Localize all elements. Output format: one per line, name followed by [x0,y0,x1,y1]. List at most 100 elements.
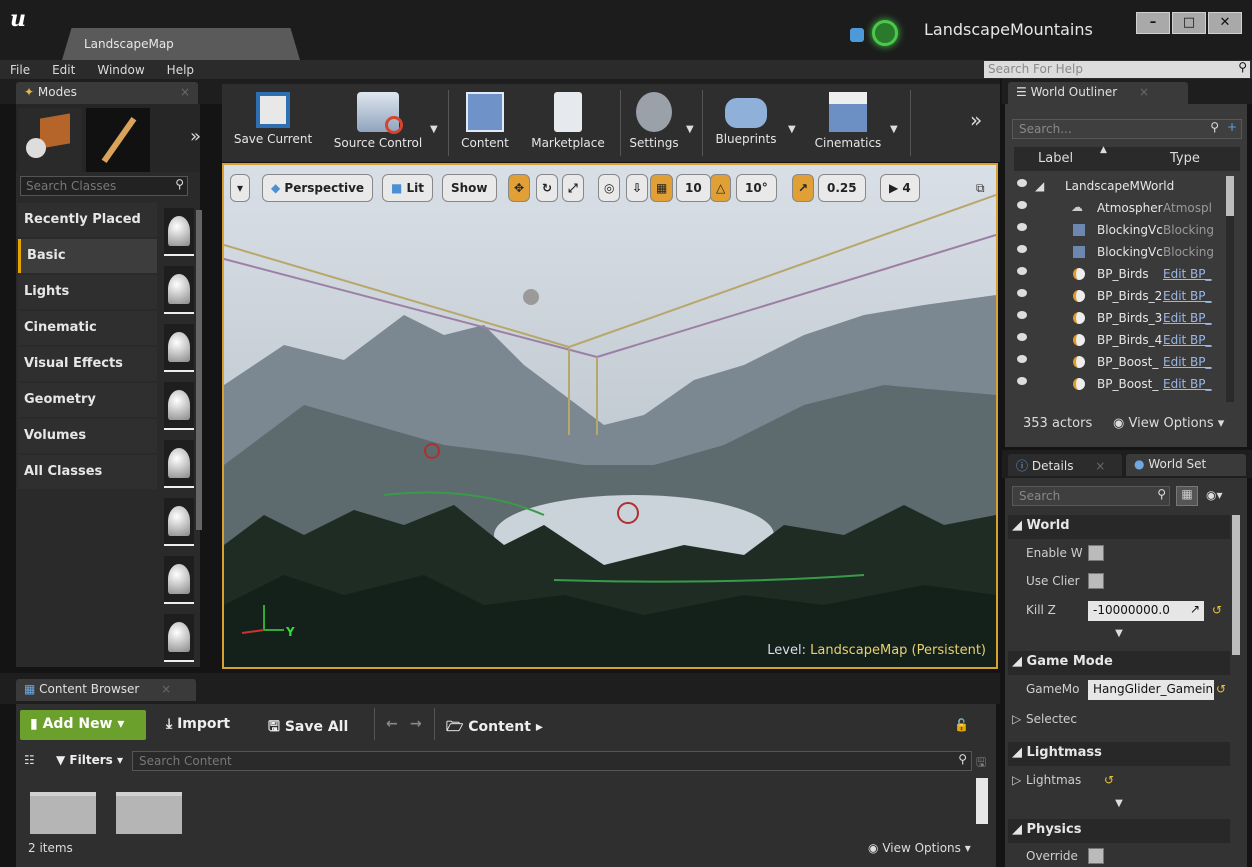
eye-icon[interactable] [1017,223,1027,231]
viewport-options-button[interactable]: ▾ [230,174,251,202]
help-search-input[interactable]: Search For Help ⚲ [984,60,1250,78]
menu-window[interactable]: Window [97,63,144,77]
search-icon[interactable]: ⚲ [1157,487,1166,501]
outliner-row[interactable]: ☁ Atmospher Atmospl [1013,198,1223,220]
asset-thumbnail[interactable] [164,440,194,488]
lock-icon[interactable]: 🔓 [954,718,969,732]
close-icon[interactable]: × [161,682,171,696]
lit-button[interactable]: ■ Lit [382,174,434,202]
save-all-button[interactable]: 🖫 Save All [268,716,348,740]
rotation-snap-icon[interactable]: △ [710,174,732,202]
outliner-scrollbar[interactable] [1226,176,1234,402]
paint-mode-icon[interactable] [86,108,150,172]
feedback-icon[interactable] [850,28,864,42]
property-selected[interactable]: ▷ Selectec [1008,707,1230,733]
edit-blueprint-link[interactable]: Edit BP_ [1163,289,1212,303]
camera-speed-button[interactable]: ▶ 4 [880,174,920,202]
search-classes-input[interactable]: Search Classes ⚲ [20,176,188,196]
rotate-mode-icon[interactable]: ↻ [536,174,559,202]
history-forward-icon[interactable]: → [410,716,422,732]
menu-file[interactable]: File [10,63,30,77]
more-modes-icon[interactable]: » [190,126,201,147]
edit-blueprint-link[interactable]: Edit BP_ [1163,355,1212,369]
category-basic[interactable]: Basic [18,239,157,273]
details-view-options-icon[interactable]: ◉▾ [1206,488,1223,502]
category-cinematic[interactable]: Cinematic [18,311,157,345]
gamemode-select[interactable]: HangGlider_Gamein [1088,680,1214,700]
settings-button[interactable]: Settings [626,84,682,162]
content-button[interactable]: Content [456,84,514,162]
grid-snap-icon[interactable]: ▦ [650,174,674,202]
add-new-button[interactable]: ▮ Add New ▾ [20,710,146,740]
drag-icon[interactable]: ↗ [1190,602,1200,616]
section-lightmass[interactable]: ◢ Lightmass [1008,742,1230,766]
chevron-down-icon[interactable]: ▼ [890,124,898,135]
expand-icon[interactable]: ▷ [1012,773,1021,787]
column-label[interactable]: Label [1038,151,1073,166]
outliner-row[interactable]: BP_Boost_ Edit BP_ [1013,374,1223,396]
add-folder-icon[interactable]: + [1227,120,1237,134]
close-icon[interactable]: × [1095,459,1105,473]
property-lightmass[interactable]: ▷ Lightmas ↺ [1008,768,1230,794]
details-scrollbar[interactable] [1232,515,1240,655]
notification-icon[interactable] [872,20,898,46]
menu-edit[interactable]: Edit [52,63,75,77]
search-content-input[interactable]: Search Content ⚲ [132,751,972,771]
reset-icon[interactable]: ↺ [1212,603,1222,617]
section-game-mode[interactable]: ◢ Game Mode [1008,651,1230,675]
close-icon[interactable]: × [180,85,190,99]
eye-icon[interactable] [1017,355,1027,363]
eye-icon[interactable] [1017,179,1027,187]
asset-thumbnail[interactable] [164,382,194,430]
save-current-button[interactable]: Save Current [228,84,318,162]
scale-mode-icon[interactable]: ⤢ [562,174,584,202]
category-lights[interactable]: Lights [18,275,157,309]
folder-item[interactable] [30,792,96,834]
expand-icon[interactable]: ◢ [1035,179,1044,193]
import-button[interactable]: ⤓ Import [166,716,230,732]
grid-snap-value[interactable]: 10 [676,174,711,202]
unreal-logo-icon[interactable]: u [10,6,40,36]
asset-thumbnail[interactable] [164,208,194,256]
content-view-options-button[interactable]: ◉ View Options ▾ [868,841,971,855]
world-local-icon[interactable]: ◎ [598,174,621,202]
sources-toggle-icon[interactable]: ☷ [24,753,35,767]
outliner-row[interactable]: ◢ LandscapeMWorld [1013,176,1223,198]
modes-scrollbar[interactable] [196,210,202,530]
outliner-search-input[interactable]: Search... ⚲ + [1012,119,1242,139]
outliner-row[interactable]: BlockingVc Blocking [1013,242,1223,264]
tab-modes[interactable]: ✦ Modes × [16,82,198,104]
tab-details[interactable]: ⓘ Details × [1008,454,1122,476]
place-mode-icon[interactable] [18,108,82,172]
save-search-icon[interactable]: 🖫 [976,753,986,774]
surface-snap-icon[interactable]: ⇩ [626,174,649,202]
search-icon[interactable]: ⚲ [175,177,184,191]
expand-advanced-icon[interactable]: ▼ [1008,798,1230,812]
eye-icon[interactable] [1017,201,1027,209]
more-toolbar-icon[interactable]: » [970,108,982,132]
eye-icon[interactable] [1017,245,1027,253]
category-volumes[interactable]: Volumes [18,419,157,453]
eye-icon[interactable] [1017,333,1027,341]
tab-world-outliner[interactable]: ☰ World Outliner × [1008,82,1188,104]
asset-thumbnail[interactable] [164,498,194,546]
maximize-viewport-icon[interactable]: ⧉ [976,181,985,196]
edit-blueprint-link[interactable]: Edit BP_ [1163,311,1212,325]
edit-blueprint-link[interactable]: Edit BP_ [1163,333,1212,347]
category-all-classes[interactable]: All Classes [18,455,157,489]
marketplace-button[interactable]: Marketplace [522,84,614,162]
edit-blueprint-link[interactable]: Edit BP_ [1163,377,1212,391]
expand-advanced-icon[interactable]: ▼ [1008,628,1230,642]
blueprints-button[interactable]: Blueprints [710,84,782,162]
eye-icon[interactable] [1017,311,1027,319]
folder-item[interactable] [116,792,182,834]
outliner-row[interactable]: BP_Birds Edit BP_ [1013,264,1223,286]
rotation-snap-value[interactable]: 10° [736,174,777,202]
tab-landscape-map[interactable]: LandscapeMap [62,28,300,60]
close-button[interactable]: ✕ [1208,12,1242,34]
outliner-row[interactable]: BP_Birds_4 Edit BP_ [1013,330,1223,352]
search-icon[interactable]: ⚲ [958,752,967,766]
asset-thumbnail[interactable] [164,266,194,314]
outliner-row[interactable]: BP_Birds_3 Edit BP_ [1013,308,1223,330]
outliner-view-options-button[interactable]: ◉ View Options ▾ [1113,416,1224,431]
